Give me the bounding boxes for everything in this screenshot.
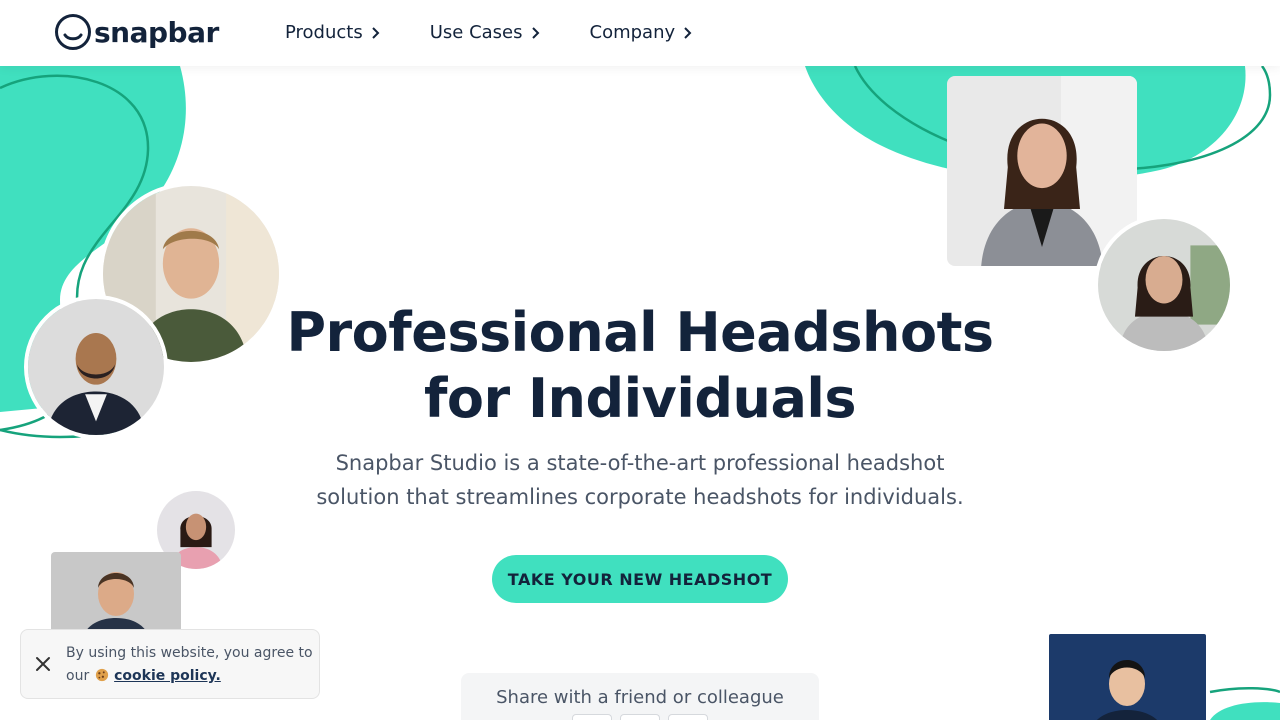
take-headshot-button[interactable]: TAKE YOUR NEW HEADSHOT <box>492 555 788 603</box>
site-header: snapbar Products Use Cases Company <box>0 0 1280 66</box>
nav-item-label: Company <box>589 22 676 43</box>
close-icon[interactable] <box>33 654 53 674</box>
logo-text: snapbar <box>94 15 219 49</box>
chevron-right-icon <box>531 26 539 39</box>
hero-description-line-1: Snapbar Studio is a state-of-the-art pro… <box>335 451 945 475</box>
logo-mark-icon <box>55 14 91 50</box>
nav-item-company[interactable]: Company <box>590 22 693 43</box>
cookie-banner: By using this website, you agree to our … <box>20 629 320 699</box>
share-box: Share with a friend or colleague <box>461 673 819 720</box>
share-text: Share with a friend or colleague <box>496 687 784 708</box>
headshot-photo-woman-smiling <box>1094 215 1234 355</box>
cookie-icon <box>95 668 108 682</box>
share-button[interactable] <box>620 714 660 720</box>
cookie-policy-link[interactable]: cookie policy. <box>114 668 221 684</box>
headshot-photo-man-suit <box>24 295 168 439</box>
page: snapbar Products Use Cases Company Profe… <box>0 0 1280 720</box>
hero-section: Professional Headshots for Individuals S… <box>240 300 1040 514</box>
nav-item-products[interactable]: Products <box>285 22 380 43</box>
headshot-photo-woman-blazer <box>947 76 1137 266</box>
nav-item-label: Use Cases <box>429 22 523 43</box>
snapbar-logo[interactable]: snapbar <box>54 13 219 51</box>
hero-title-line-1: Professional Headshots <box>286 301 994 364</box>
share-button[interactable] <box>668 714 708 720</box>
main-nav: Products Use Cases Company <box>285 22 742 43</box>
hero-description-line-2: solution that streamlines corporate head… <box>316 485 964 509</box>
headshot-photo-man-blue <box>1049 634 1206 720</box>
cookie-text: By using this website, you agree to our … <box>66 642 316 688</box>
hero-title: Professional Headshots for Individuals <box>240 300 1040 432</box>
nav-item-label: Products <box>285 22 363 43</box>
chevron-right-icon <box>372 26 380 39</box>
hero-title-line-2: for Individuals <box>423 367 857 430</box>
chevron-right-icon <box>684 26 692 39</box>
nav-item-use-cases[interactable]: Use Cases <box>430 22 540 43</box>
hero-description: Snapbar Studio is a state-of-the-art pro… <box>240 446 1040 514</box>
share-button[interactable] <box>572 714 612 720</box>
share-buttons <box>461 714 819 720</box>
